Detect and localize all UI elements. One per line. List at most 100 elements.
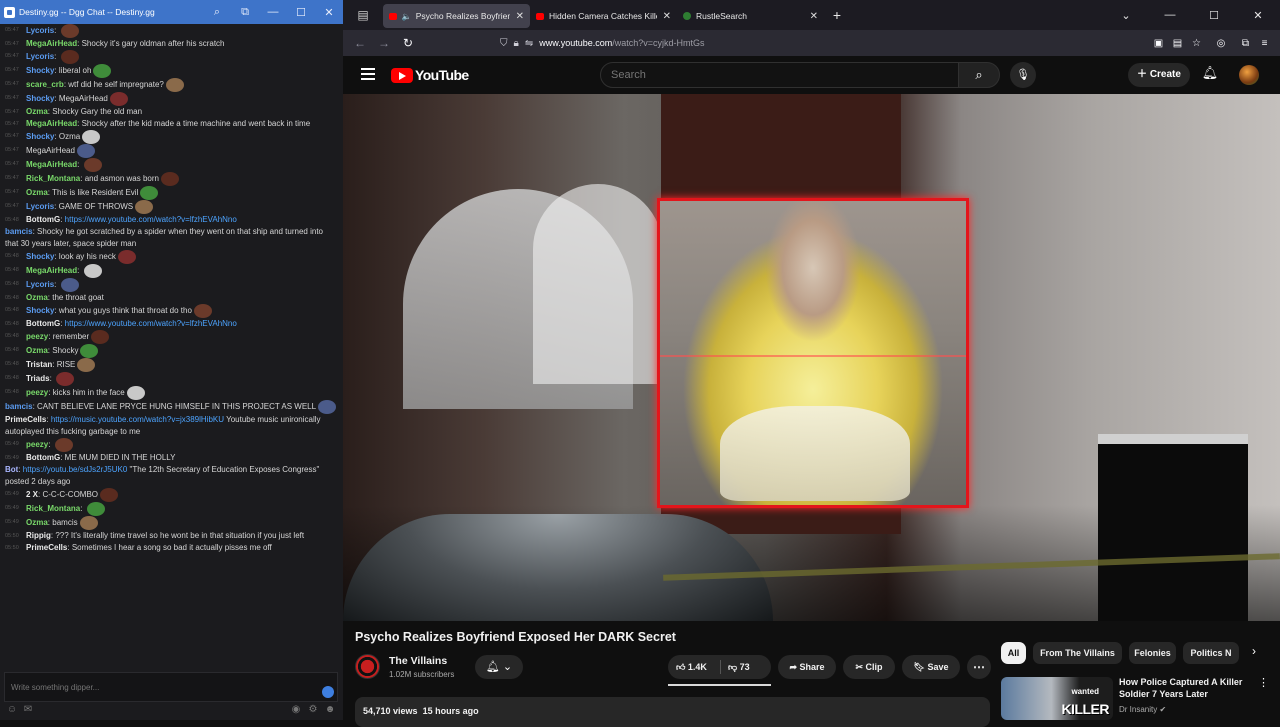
- chat-emote-icon[interactable]: [100, 488, 119, 502]
- users-icon[interactable]: ☻: [324, 704, 336, 716]
- chat-username[interactable]: peezy: [26, 440, 48, 449]
- chat-emote-icon[interactable]: [60, 50, 79, 64]
- chat-username[interactable]: Rippig: [26, 531, 51, 540]
- chip-felonies[interactable]: Felonies: [1129, 642, 1176, 664]
- lock-icon[interactable]: 🔒︎: [514, 38, 519, 49]
- chat-link[interactable]: https://www.youtube.com/watch?v=lfzhEVAh…: [65, 319, 237, 328]
- chat-username[interactable]: scare_crb: [26, 80, 64, 89]
- notifications-bell-icon[interactable]: 🔔︎: [1201, 65, 1219, 81]
- create-button[interactable]: ＋ Create: [1128, 63, 1190, 87]
- tab-list-icon[interactable]: ▤: [343, 8, 383, 22]
- chat-emote-icon[interactable]: [83, 264, 102, 278]
- reader-view-icon[interactable]: ▤: [1168, 38, 1187, 49]
- chat-username[interactable]: bamcis: [5, 227, 33, 236]
- chat-input[interactable]: [4, 672, 338, 702]
- chat-username[interactable]: MegaAirHead: [26, 119, 77, 128]
- chat-username[interactable]: Ozma: [26, 346, 48, 355]
- chat-emote-icon[interactable]: [91, 330, 110, 344]
- maximize-button[interactable]: ☐: [287, 6, 315, 19]
- bookmark-star-icon[interactable]: ☆: [1187, 38, 1206, 49]
- chat-username[interactable]: Triads: [26, 374, 50, 383]
- chat-username[interactable]: BottomG: [26, 215, 60, 224]
- chat-emote-icon[interactable]: [60, 24, 79, 38]
- chat-username[interactable]: Shocky: [26, 94, 54, 103]
- youtube-logo[interactable]: YouTube: [391, 67, 469, 83]
- chat-emote-icon[interactable]: [135, 200, 154, 214]
- search-input[interactable]: [600, 62, 959, 88]
- chat-username[interactable]: PrimeCells: [5, 415, 46, 424]
- chat-username[interactable]: Ozma: [26, 293, 48, 302]
- chat-emote-icon[interactable]: [54, 438, 73, 452]
- tab-rustlesearch[interactable]: RustleSearch ✕: [677, 4, 824, 28]
- search-button[interactable]: ⌕: [958, 62, 1000, 88]
- chat-emote-icon[interactable]: [76, 144, 95, 158]
- chat-username[interactable]: MegaAirHead: [26, 266, 77, 275]
- chat-username[interactable]: Ozma: [26, 107, 48, 116]
- save-button[interactable]: 🔖︎ Save: [902, 655, 960, 679]
- chat-username[interactable]: Ozma: [26, 518, 48, 527]
- chat-emote-icon[interactable]: [93, 64, 112, 78]
- like-button[interactable]: 👍︎ 1.4K: [676, 655, 707, 679]
- close-button[interactable]: ✕: [315, 6, 343, 19]
- extensions-icon[interactable]: ⧉: [1236, 38, 1255, 49]
- minimize-button[interactable]: —: [1148, 9, 1192, 21]
- chat-emote-icon[interactable]: [140, 186, 159, 200]
- chat-emote-icon[interactable]: [318, 400, 337, 414]
- avatar[interactable]: [1239, 65, 1259, 85]
- settings-icon[interactable]: ⚙: [307, 704, 319, 716]
- more-actions-button[interactable]: ⋯: [967, 655, 991, 679]
- shield-icon[interactable]: ⛉: [500, 38, 508, 49]
- chat-emote-icon[interactable]: [56, 372, 75, 386]
- emote-icon[interactable]: ☺: [6, 704, 18, 716]
- chat-emote-icon[interactable]: [82, 130, 101, 144]
- chat-emote-icon[interactable]: [86, 502, 105, 516]
- subscription-bell-button[interactable]: 🔔︎ ⌄: [475, 655, 523, 679]
- clip-button[interactable]: ✂ Clip: [843, 655, 895, 679]
- chat-username[interactable]: Rick_Montana: [26, 504, 80, 513]
- screenshot-icon[interactable]: ▣: [1149, 38, 1168, 49]
- chat-username[interactable]: Shocky: [26, 252, 54, 261]
- channel-avatar[interactable]: [355, 654, 380, 679]
- chat-username[interactable]: Lycoris: [26, 280, 54, 289]
- back-button[interactable]: ←: [348, 36, 372, 50]
- chevron-right-icon[interactable]: ›: [1246, 644, 1262, 658]
- chat-username[interactable]: peezy: [26, 332, 48, 341]
- chat-username[interactable]: bamcis: [5, 402, 33, 411]
- menu-icon[interactable]: ≡: [1255, 38, 1274, 49]
- chat-emote-icon[interactable]: [79, 516, 98, 530]
- chat-emote-icon[interactable]: [80, 344, 99, 358]
- chat-username[interactable]: MegaAirHead: [26, 39, 77, 48]
- chat-username[interactable]: MegaAirHead: [26, 160, 77, 169]
- chip-all[interactable]: All: [1001, 642, 1026, 664]
- chat-username[interactable]: Lycoris: [26, 202, 54, 211]
- related-video-channel[interactable]: Dr Insanity ✔: [1119, 705, 1166, 714]
- share-button[interactable]: ➦ Share: [778, 655, 836, 679]
- chat-username[interactable]: Lycoris: [26, 52, 54, 61]
- chat-emote-icon[interactable]: [165, 78, 184, 92]
- chip-politics[interactable]: Politics N: [1183, 642, 1239, 664]
- close-button[interactable]: ✕: [1236, 9, 1280, 22]
- chat-emote-icon[interactable]: [77, 358, 96, 372]
- hamburger-menu-icon[interactable]: [361, 68, 375, 80]
- minimize-button[interactable]: —: [259, 6, 287, 18]
- chat-username[interactable]: Tristan: [26, 360, 52, 369]
- chat-emote-icon[interactable]: [193, 304, 212, 318]
- chat-emote-icon[interactable]: [83, 158, 102, 172]
- new-tab-button[interactable]: +: [824, 7, 850, 23]
- chat-username[interactable]: Shocky: [26, 306, 54, 315]
- tab-hidden-camera[interactable]: Hidden Camera Catches Killer 2 ✕: [530, 4, 677, 28]
- eye-icon[interactable]: ◉: [290, 704, 302, 716]
- chat-username[interactable]: Ozma: [26, 188, 48, 197]
- chat-username[interactable]: Shocky: [26, 66, 54, 75]
- chat-username[interactable]: PrimeCells: [26, 543, 67, 552]
- close-tab-icon[interactable]: ✕: [516, 11, 524, 22]
- tab-psycho-video[interactable]: 🔈 Psycho Realizes Boyfriend E ✕: [383, 4, 530, 28]
- chat-username[interactable]: Shocky: [26, 132, 54, 141]
- account-icon[interactable]: ◎: [1206, 38, 1236, 49]
- more-options-icon[interactable]: ⋮: [1258, 676, 1269, 689]
- related-video-title[interactable]: How Police Captured A Killer Soldier 7 Y…: [1119, 676, 1249, 700]
- related-video-thumbnail[interactable]: wanted KILLER: [1001, 677, 1113, 720]
- whisper-icon[interactable]: ✉: [22, 704, 34, 716]
- speaker-icon[interactable]: 🔈: [402, 12, 412, 21]
- permissions-icon[interactable]: ⇋: [525, 38, 533, 49]
